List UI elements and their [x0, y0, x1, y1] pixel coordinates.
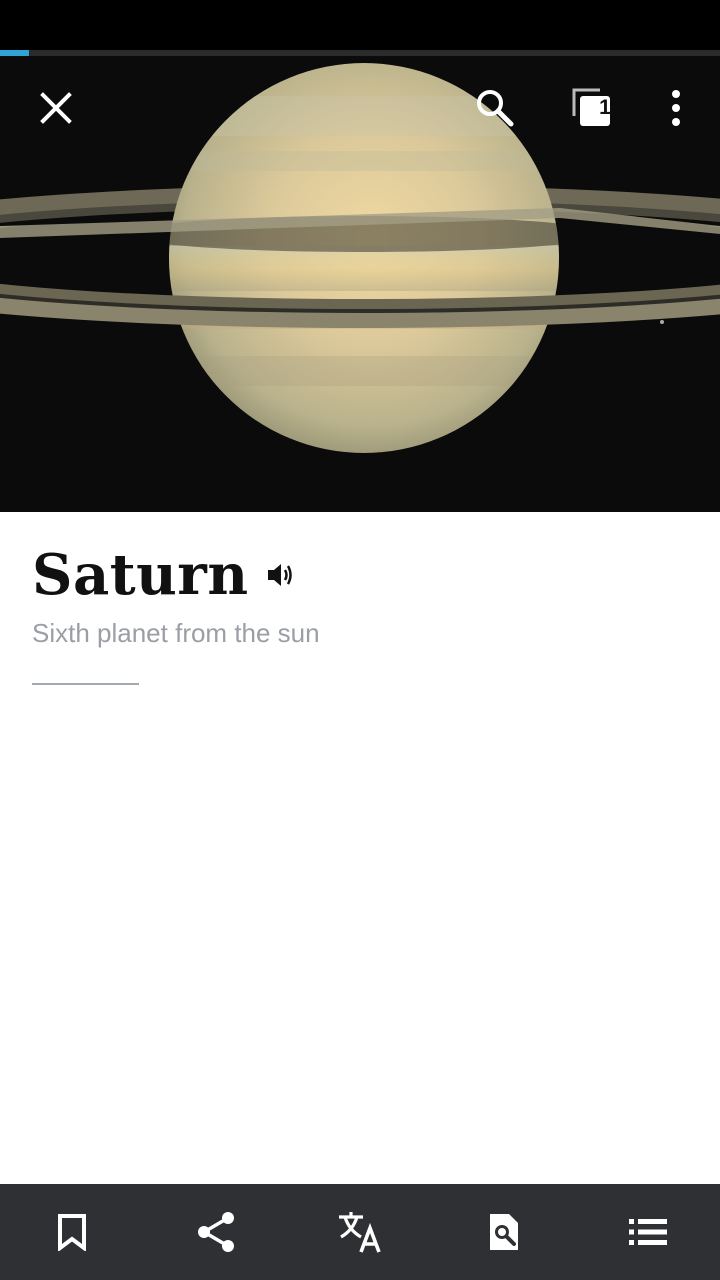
header-divider	[32, 683, 139, 685]
title-row: Saturn	[32, 542, 295, 608]
volume-icon	[267, 564, 292, 586]
table-of-contents-button[interactable]	[620, 1204, 676, 1260]
translate-icon	[339, 1212, 381, 1253]
more-vertical-icon	[672, 90, 680, 126]
top-toolbar: 1	[0, 56, 720, 156]
tabs-button[interactable]: 1	[560, 76, 624, 140]
search-button[interactable]	[463, 76, 527, 140]
table-of-contents-icon	[629, 1219, 667, 1245]
status-bar	[0, 0, 720, 50]
page-description: Sixth planet from the sun	[32, 618, 320, 648]
search-icon	[477, 90, 514, 127]
translate-button[interactable]	[332, 1204, 388, 1260]
find-in-page-button[interactable]	[476, 1204, 532, 1260]
pronunciation-button[interactable]	[265, 560, 295, 590]
save-bookmark-button[interactable]	[44, 1204, 100, 1260]
close-button[interactable]	[24, 76, 88, 140]
share-button[interactable]	[188, 1204, 244, 1260]
bookmark-icon	[58, 1214, 86, 1251]
article-content: Saturn Sixth planet from the sun	[0, 512, 720, 1184]
overflow-menu-button[interactable]	[644, 76, 708, 140]
close-icon	[40, 92, 72, 124]
share-icon	[198, 1212, 234, 1252]
find-in-page-icon	[490, 1214, 518, 1250]
page-title: Saturn	[32, 542, 249, 608]
bottom-action-bar	[0, 1184, 720, 1280]
tabs-count: 1	[599, 96, 611, 119]
